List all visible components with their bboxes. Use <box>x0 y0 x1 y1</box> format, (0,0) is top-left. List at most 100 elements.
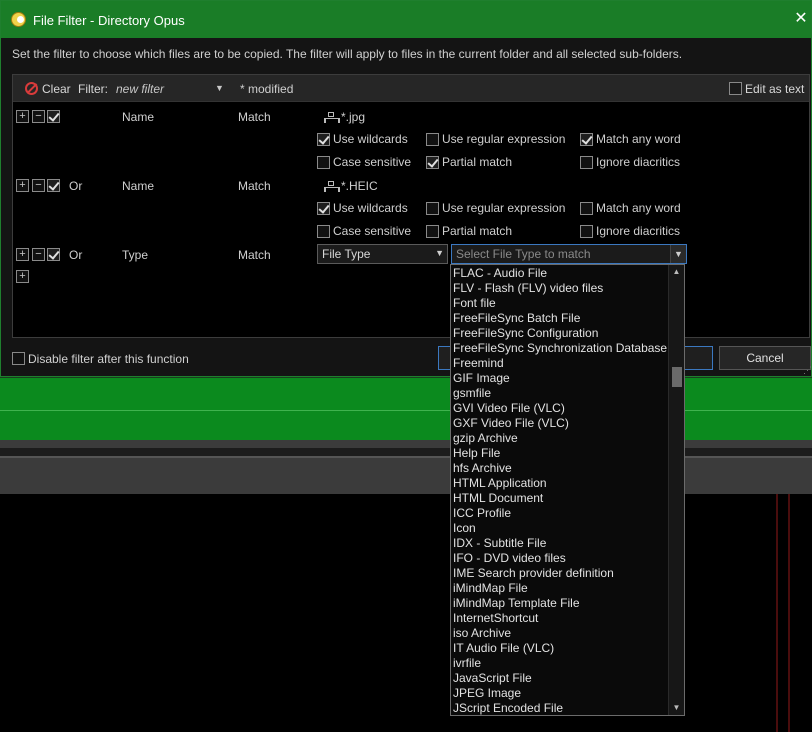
close-icon[interactable]: ✕ <box>791 9 811 29</box>
option-label: Ignore diacritics <box>596 224 681 238</box>
dropdown-item[interactable]: IFO - DVD video files <box>453 551 566 566</box>
scrollbar-thumb[interactable] <box>672 367 682 387</box>
rule-pattern[interactable]: *.jpg <box>341 110 365 124</box>
partial-match-checkbox[interactable] <box>426 156 439 169</box>
dropdown-item[interactable]: ICC Profile <box>453 506 511 521</box>
rule-enabled-checkbox[interactable] <box>47 110 60 123</box>
add-rule-button[interactable]: + <box>16 179 29 192</box>
rule-field[interactable]: Name <box>122 110 154 124</box>
scroll-down-icon[interactable]: ▼ <box>669 702 684 714</box>
add-rule-button[interactable]: + <box>16 270 29 283</box>
file-type-select[interactable]: File Type ▼ <box>317 244 448 264</box>
dropdown-item[interactable]: Freemind <box>453 356 504 371</box>
pattern-icon <box>324 112 340 123</box>
partial-match-checkbox[interactable] <box>426 225 439 238</box>
match-any-word-checkbox[interactable] <box>580 133 593 146</box>
dropdown-item[interactable]: ivrfile <box>453 656 481 671</box>
remove-rule-button[interactable]: − <box>32 179 45 192</box>
background-divider <box>776 494 778 732</box>
ignore-diacritics-checkbox[interactable] <box>580 225 593 238</box>
remove-rule-button[interactable]: − <box>32 110 45 123</box>
dropdown-item[interactable]: Font file <box>453 296 496 311</box>
dropdown-item[interactable]: InternetShortcut <box>453 611 538 626</box>
rule-enabled-checkbox[interactable] <box>47 248 60 261</box>
dropdown-item[interactable]: FreeFileSync Configuration <box>453 326 598 341</box>
rule-operator[interactable]: Match <box>238 248 271 262</box>
dropdown-item[interactable]: HTML Document <box>453 491 543 506</box>
dropdown-item[interactable]: FreeFileSync Batch File <box>453 311 580 326</box>
option-label: Ignore diacritics <box>596 155 681 169</box>
file-type-combo[interactable]: Select File Type to match ▼ <box>451 244 687 264</box>
dropdown-item[interactable]: JavaScript File <box>453 671 532 686</box>
case-sensitive-checkbox[interactable] <box>317 225 330 238</box>
rule-operator[interactable]: Match <box>238 110 271 124</box>
edit-as-text-checkbox[interactable] <box>729 82 742 95</box>
dropdown-item[interactable]: JScript Encoded File <box>453 701 563 715</box>
match-any-word-checkbox[interactable] <box>580 202 593 215</box>
dropdown-item[interactable]: FLV - Flash (FLV) video files <box>453 281 603 296</box>
scroll-up-icon[interactable]: ▲ <box>669 266 684 278</box>
cancel-button[interactable]: Cancel <box>719 346 811 370</box>
rule-operator[interactable]: Match <box>238 179 271 193</box>
dropdown-item[interactable]: iMindMap Template File <box>453 596 580 611</box>
dropdown-item[interactable]: FLAC - Audio File <box>453 266 547 281</box>
dropdown-item[interactable]: IDX - Subtitle File <box>453 536 546 551</box>
clear-icon[interactable] <box>25 82 38 95</box>
dropdown-item[interactable]: JPEG Image <box>453 686 521 701</box>
dropdown-item[interactable]: GXF Video File (VLC) <box>453 416 569 431</box>
rule-field[interactable]: Type <box>122 248 148 262</box>
use-wildcards-checkbox[interactable] <box>317 202 330 215</box>
dropdown-item[interactable]: gzip Archive <box>453 431 518 446</box>
add-rule-button[interactable]: + <box>16 110 29 123</box>
dropdown-item[interactable]: GIF Image <box>453 371 510 386</box>
dropdown-item[interactable]: FreeFileSync Synchronization Database <box>453 341 667 356</box>
case-sensitive-checkbox[interactable] <box>317 156 330 169</box>
dropdown-item[interactable]: gsmfile <box>453 386 491 401</box>
use-wildcards-checkbox[interactable] <box>317 133 330 146</box>
background-divider <box>788 494 790 732</box>
file-type-dropdown-list[interactable]: ▲ ▼ FLAC - Audio File FLV - Flash (FLV) v… <box>450 264 685 716</box>
option-label: Case sensitive <box>333 155 412 169</box>
dropdown-scrollbar[interactable]: ▲ ▼ <box>668 265 684 715</box>
clear-button[interactable]: Clear <box>42 82 71 96</box>
dropdown-item[interactable]: iso Archive <box>453 626 511 641</box>
dropdown-item[interactable]: IME Search provider definition <box>453 566 614 581</box>
window-title: File Filter - Directory Opus <box>33 13 185 28</box>
title-bar[interactable]: File Filter - Directory Opus ✕ <box>1 1 811 38</box>
screen: File Filter - Directory Opus ✕ Set the f… <box>0 0 812 732</box>
option-label: Partial match <box>442 155 513 169</box>
use-regex-checkbox[interactable] <box>426 133 439 146</box>
add-rule-button[interactable]: + <box>16 248 29 261</box>
edit-as-text-label: Edit as text <box>745 82 805 96</box>
disable-filter-checkbox[interactable] <box>12 352 25 365</box>
chevron-down-icon[interactable]: ▼ <box>215 83 224 93</box>
option-label: Use regular expression <box>442 201 566 215</box>
use-regex-checkbox[interactable] <box>426 202 439 215</box>
dropdown-item[interactable]: hfs Archive <box>453 461 512 476</box>
dropdown-item[interactable]: GVI Video File (VLC) <box>453 401 565 416</box>
file-type-combo-placeholder: Select File Type to match <box>456 247 591 261</box>
dropdown-item[interactable]: HTML Application <box>453 476 547 491</box>
dropdown-item[interactable]: IT Audio File (VLC) <box>453 641 554 656</box>
dropdown-item[interactable]: Icon <box>453 521 476 536</box>
filter-name-combo[interactable]: new filter <box>116 82 164 96</box>
option-label: Use wildcards <box>333 201 408 215</box>
remove-rule-button[interactable]: − <box>32 248 45 261</box>
chevron-down-icon: ▼ <box>435 248 444 258</box>
background-app-pane <box>0 494 812 732</box>
rule-enabled-checkbox[interactable] <box>47 179 60 192</box>
dropdown-item[interactable]: iMindMap File <box>453 581 528 596</box>
option-label: Case sensitive <box>333 224 412 238</box>
rule-conjunction[interactable]: Or <box>69 248 82 262</box>
rule-conjunction[interactable]: Or <box>69 179 82 193</box>
disable-filter-label: Disable filter after this function <box>28 352 189 366</box>
filter-label: Filter: <box>78 82 108 96</box>
option-label: Match any word <box>596 201 681 215</box>
chevron-down-icon[interactable]: ▼ <box>670 245 686 263</box>
rule-pattern[interactable]: *.HEIC <box>341 179 378 193</box>
rule-field[interactable]: Name <box>122 179 154 193</box>
background-app-gray-bar <box>0 440 812 494</box>
ignore-diacritics-checkbox[interactable] <box>580 156 593 169</box>
dropdown-item[interactable]: Help File <box>453 446 500 461</box>
resize-grip-icon[interactable]: ⋰ <box>803 365 812 376</box>
